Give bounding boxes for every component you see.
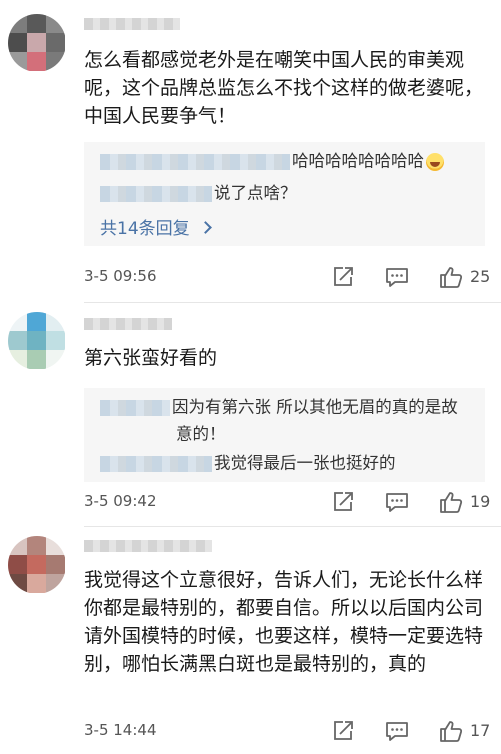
comment-bubble-icon[interactable] xyxy=(384,264,410,290)
share-edit-icon[interactable] xyxy=(330,489,356,515)
comment-text: 怎么看都感觉老外是在嘲笑中国人民的审美观呢，这个品牌总监怎么不找个这样的做老婆呢… xyxy=(84,49,484,127)
comment-time: 3-5 09:42 xyxy=(84,492,157,510)
like-count: 17 xyxy=(470,721,491,740)
more-replies-label: 共14条回复 xyxy=(100,219,190,239)
comment-text: 第六张蛮好看的 xyxy=(84,347,218,369)
comment-time: 3-5 14:44 xyxy=(84,721,157,739)
reply-item[interactable]: 因为有第六张 所以其他无眉的真的是故意的！ xyxy=(100,394,473,447)
comment-text: 我觉得这个立意很好，告诉人们，无论长什么样你都是最特别的，都要自信。所以以后国内… xyxy=(84,569,484,675)
comment-footer: 3-5 14:44 17 xyxy=(84,718,493,744)
avatar[interactable] xyxy=(8,14,66,72)
chevron-right-icon xyxy=(199,221,212,234)
avatar[interactable] xyxy=(8,536,66,594)
avatar[interactable] xyxy=(8,312,66,370)
reply-text: 我觉得最后一张也挺好的 xyxy=(214,453,396,473)
reply-username[interactable] xyxy=(100,153,290,170)
divider xyxy=(84,302,501,303)
reply-username[interactable] xyxy=(100,455,212,472)
reply-item[interactable]: 我觉得最后一张也挺好的 xyxy=(100,450,473,477)
reply-username[interactable] xyxy=(100,399,170,416)
username[interactable] xyxy=(84,540,212,552)
like-count: 19 xyxy=(470,492,491,511)
comment-time: 3-5 09:56 xyxy=(84,267,157,285)
reply-text: 说了点啥？ xyxy=(214,183,297,203)
comment-bubble-icon[interactable] xyxy=(384,489,410,515)
reply-username[interactable] xyxy=(100,185,212,202)
comment-footer: 3-5 09:42 19 xyxy=(84,489,493,515)
share-edit-icon[interactable] xyxy=(330,264,356,290)
divider xyxy=(84,526,501,527)
username[interactable] xyxy=(84,318,172,330)
laughing-tears-emoji xyxy=(426,152,444,171)
reply-item[interactable]: 哈哈哈哈哈哈哈哈 xyxy=(100,148,473,175)
reply-box[interactable]: 因为有第六张 所以其他无眉的真的是故意的！ 我觉得最后一张也挺好的 xyxy=(84,388,485,482)
reply-text: 因为有第六张 所以其他无眉的真的是故意的！ xyxy=(172,397,458,444)
like-count: 25 xyxy=(470,267,491,286)
reply-text: 哈哈哈哈哈哈哈哈 xyxy=(292,151,424,171)
comment-footer: 3-5 09:56 25 xyxy=(84,264,493,290)
thumbs-up-icon[interactable] xyxy=(438,489,464,515)
reply-item[interactable]: 说了点啥？ xyxy=(100,180,473,207)
thumbs-up-icon[interactable] xyxy=(438,264,464,290)
comment-bubble-icon[interactable] xyxy=(384,718,410,744)
share-edit-icon[interactable] xyxy=(330,718,356,744)
more-replies-link[interactable]: 共14条回复 xyxy=(100,214,212,239)
username[interactable] xyxy=(84,18,180,30)
thumbs-up-icon[interactable] xyxy=(438,718,464,744)
reply-box[interactable]: 哈哈哈哈哈哈哈哈 说了点啥？ 共14条回复 xyxy=(84,142,485,246)
